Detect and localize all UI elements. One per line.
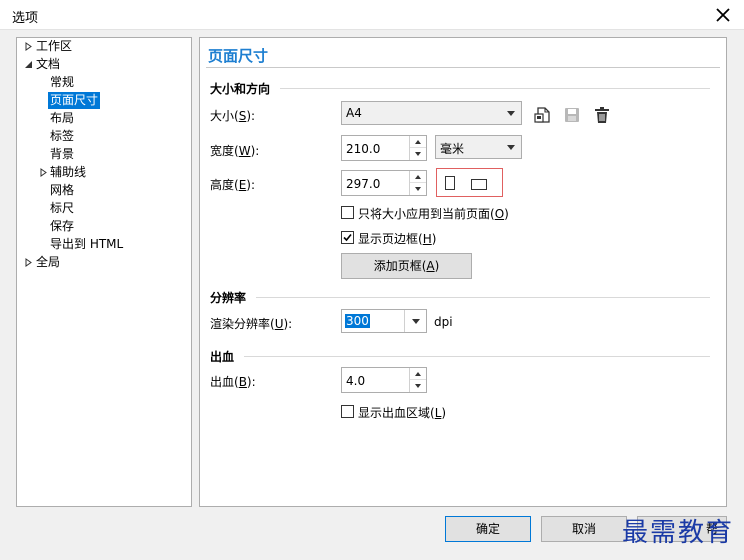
panel-title: 页面尺寸: [208, 47, 269, 65]
expand-arrow-icon[interactable]: [24, 42, 33, 51]
width-value: 210.0: [346, 142, 381, 156]
tree-item-page-size[interactable]: 页面尺寸: [48, 92, 101, 109]
size-select-value: A4: [346, 106, 362, 120]
tree-item-grid[interactable]: 网格: [48, 182, 76, 199]
height-label: 高度(E):: [210, 178, 256, 192]
ok-button[interactable]: 确定: [445, 516, 531, 542]
tree-item-label[interactable]: 标签: [48, 128, 76, 145]
tree-item-global[interactable]: 全局: [34, 254, 62, 271]
show-bleed-area-checkbox[interactable]: [341, 405, 354, 418]
trash-icon: [595, 107, 609, 123]
divider: [206, 67, 720, 68]
landscape-orientation-icon[interactable]: [471, 179, 487, 190]
size-orientation-heading: 大小和方向: [210, 82, 271, 96]
chevron-down-icon[interactable]: [404, 310, 426, 332]
tree-item-background[interactable]: 背景: [48, 146, 76, 163]
width-spinner[interactable]: 210.0: [341, 135, 427, 161]
show-bleed-area-label: 显示出血区域(L): [358, 406, 447, 420]
divider: [244, 356, 710, 357]
apply-current-page-checkbox[interactable]: [341, 206, 354, 219]
delete-preset-button[interactable]: [592, 105, 612, 125]
dpi-unit-label: dpi: [434, 315, 453, 329]
window-title: 选项: [12, 11, 39, 26]
resolution-heading: 分辨率: [210, 291, 247, 305]
height-spinner[interactable]: 297.0: [341, 170, 427, 196]
expand-arrow-icon[interactable]: [24, 258, 33, 267]
spin-up-button[interactable]: [410, 136, 426, 148]
show-page-border-checkbox[interactable]: [341, 231, 354, 244]
divider: [280, 88, 710, 89]
save-preset-button[interactable]: [533, 105, 553, 125]
unit-select[interactable]: 毫米: [435, 135, 522, 159]
spinner-buttons: [409, 171, 426, 195]
spin-down-button[interactable]: [410, 183, 426, 195]
tree-item-general[interactable]: 常规: [48, 74, 76, 91]
render-resolution-label: 渲染分辨率(U):: [210, 317, 293, 331]
watermark-text: 最需教育: [622, 518, 735, 548]
save-disabled-button[interactable]: [562, 105, 582, 125]
chevron-down-icon: [507, 111, 515, 116]
bleed-label: 出血(B):: [210, 375, 256, 389]
cancel-button[interactable]: 取消: [541, 516, 627, 542]
render-resolution-value[interactable]: 300: [345, 314, 370, 328]
apply-current-page-label: 只将大小应用到当前页面(O): [358, 207, 509, 221]
show-page-border-label: 显示页边框(H): [358, 232, 437, 246]
tree-item-document[interactable]: 文档: [34, 56, 62, 73]
orientation-toggle: [436, 168, 503, 197]
size-select[interactable]: A4: [341, 101, 522, 125]
divider: [256, 297, 710, 298]
tree-item-save[interactable]: 保存: [48, 218, 76, 235]
render-resolution-combo[interactable]: 300: [341, 309, 427, 333]
tree-item-rulers[interactable]: 标尺: [48, 200, 76, 217]
size-label: 大小(S):: [210, 109, 256, 123]
spinner-buttons: [409, 368, 426, 392]
width-label: 宽度(W):: [210, 144, 260, 158]
add-page-frame-button[interactable]: 添加页框(A): [341, 253, 472, 279]
page-size-panel: 页面尺寸 大小和方向 大小(S): A4 宽度(W): 210.0 毫米 高度(…: [199, 37, 727, 507]
collapse-arrow-icon[interactable]: [24, 60, 33, 69]
height-value: 297.0: [346, 177, 381, 191]
spin-down-button[interactable]: [410, 148, 426, 160]
spinner-buttons: [409, 136, 426, 160]
chevron-down-icon: [507, 145, 515, 150]
tree-item-workspace[interactable]: 工作区: [34, 38, 74, 55]
bleed-spinner[interactable]: 4.0: [341, 367, 427, 393]
options-tree: 工作区 文档 常规 页面尺寸 布局 标签 背景 辅助线 网格 标尺 保存 导出到…: [16, 37, 192, 507]
bleed-value: 4.0: [346, 374, 366, 388]
bleed-heading: 出血: [210, 350, 235, 364]
close-icon: [716, 8, 730, 22]
tree-item-guidelines[interactable]: 辅助线: [48, 164, 88, 181]
spin-up-button[interactable]: [410, 171, 426, 183]
tree-item-export-html[interactable]: 导出到 HTML: [48, 236, 125, 253]
expand-arrow-icon[interactable]: [39, 168, 48, 177]
unit-select-value: 毫米: [440, 142, 465, 156]
close-button[interactable]: [708, 2, 738, 28]
page-save-icon: [534, 107, 550, 123]
tree-item-layout[interactable]: 布局: [48, 110, 76, 127]
title-bar: 选项: [0, 0, 744, 30]
portrait-orientation-icon[interactable]: [445, 176, 455, 190]
checkmark-icon: [343, 233, 352, 242]
spin-down-button[interactable]: [410, 380, 426, 392]
spin-up-button[interactable]: [410, 368, 426, 380]
floppy-icon: [565, 108, 579, 122]
